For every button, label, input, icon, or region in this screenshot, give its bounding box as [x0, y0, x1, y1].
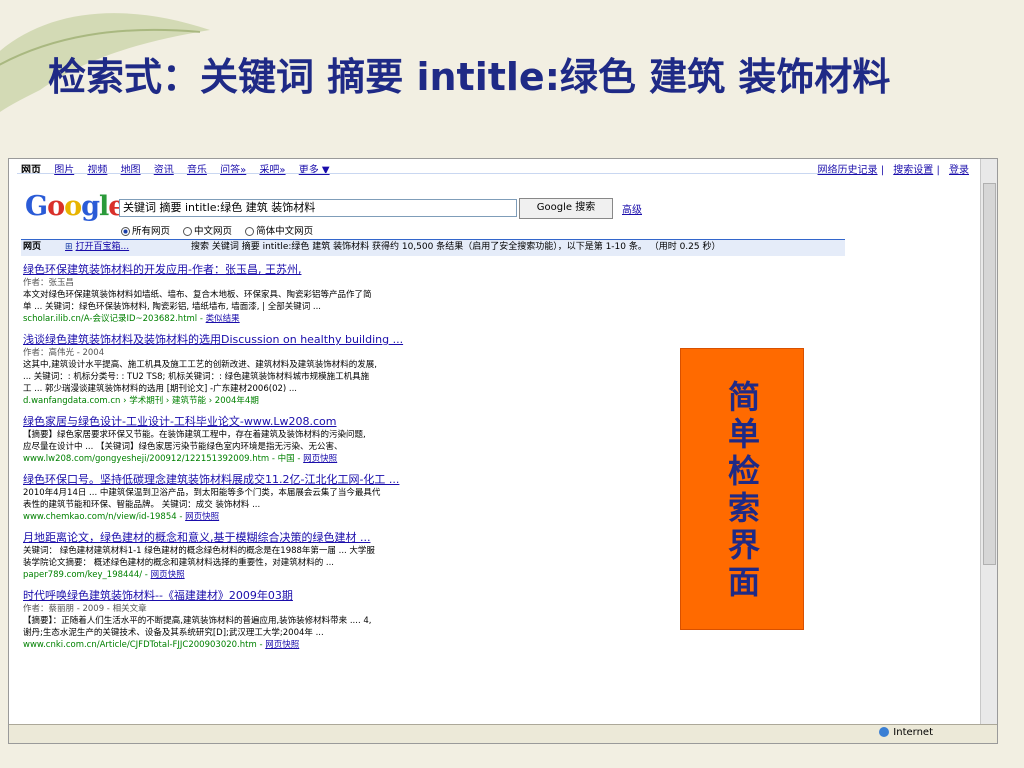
result-title-link[interactable]: 绿色环保口号。坚持低碳理念建筑装饰材料展成交11.2亿-江北化工网-化工 ... [23, 473, 663, 487]
result-title-link[interactable]: 绿色环保建筑装饰材料的开发应用-作者：张玉昌, 王苏州, [23, 263, 663, 277]
nav-web[interactable]: 网页 [21, 165, 41, 176]
search-input[interactable]: 关键词 摘要 intitle:绿色 建筑 装饰材料 [119, 199, 517, 217]
result-snippet: 这其中,建筑设计水平提高、施工机具及施工工艺的创新改进、建筑材料及建筑装饰材料的… [23, 360, 377, 370]
search-result: 绿色环保建筑装饰材料的开发应用-作者：张玉昌, 王苏州, 作者：张玉昌 本文对绿… [23, 263, 663, 325]
result-url: scholar.ilib.cn/A-会议记录ID~203682.html - 类… [23, 314, 240, 324]
nav-news[interactable]: 资讯 [154, 165, 174, 176]
radio-label: 所有网页 [132, 226, 171, 237]
result-url-text: scholar.ilib.cn/A-会议记录ID~203682.html [23, 314, 198, 324]
browser-status-bar: Internet [9, 724, 997, 743]
search-result: 绿色环保口号。坚持低碳理念建筑装饰材料展成交11.2亿-江北化工网-化工 ...… [23, 473, 663, 523]
result-snippet: 谢丹;生态水泥生产的关键技术、设备及其系统研究[D];武汉理工大学;2004年 … [23, 628, 324, 638]
result-snippet: 表性的建筑节能和环保、智能品牌。 关键词：成交 装饰材料 ... [23, 500, 261, 510]
result-meta: 作者：高伟光 - 2004 [23, 348, 105, 358]
result-stats: 搜索 关键词 摘要 intitle:绿色 建筑 装饰材料 获得约 10,500 … [191, 242, 721, 252]
search-result: 月地距离论文，绿色建材的概念和意义,基于模糊综合决策的绿色建材 ... 关键词：… [23, 531, 663, 581]
result-snippet: 工 ... 郭少瑞漫谈建筑装饰材料的选用 [期刊论文] -广东建材2006(02… [23, 384, 298, 394]
result-url: d.wanfangdata.com.cn › 学术期刊 › 建筑节能 › 200… [23, 395, 663, 407]
result-title-link[interactable]: 浅谈绿色建筑装饰材料及装饰材料的选用Discussion on healthy … [23, 333, 663, 347]
nav-maps[interactable]: 地图 [121, 165, 141, 176]
result-url: paper789.com/key_198444/ - 网页快照 [23, 569, 663, 581]
result-snippet: 2010年4月14日 ... 中建筑保温到卫浴产品，到太阳能等多个门类，本届展会… [23, 488, 381, 498]
callout-box: 简单检索界面 [680, 348, 804, 630]
result-snippet: 【摘要】：正随着人们生活水平的不断提高,建筑装饰材料的普遍应用,装饰装修材料带来… [23, 616, 372, 626]
callout-text: 简单检索界面 [723, 380, 761, 602]
radio-label: 中文网页 [194, 226, 233, 237]
google-logo[interactable]: Google [25, 191, 125, 222]
result-url-text: www.cnki.com.cn/Article/CJFDTotal-FJJC20… [23, 640, 263, 650]
result-title-link[interactable]: 时代呼唤绿色建筑装饰材料--《福建建材》2009年03期 [23, 589, 663, 603]
result-cache-link[interactable]: 网页快照 [265, 640, 299, 650]
nav-videos[interactable]: 视频 [87, 165, 107, 176]
result-title-link[interactable]: 月地距离论文，绿色建材的概念和意义,基于模糊综合决策的绿色建材 ... [23, 531, 663, 545]
radio-icon [245, 227, 255, 236]
nav-music[interactable]: 音乐 [187, 165, 207, 176]
radio-icon [183, 227, 193, 236]
vertical-scrollbar[interactable] [980, 159, 997, 725]
nav-more[interactable]: 更多 ▼ [299, 165, 330, 176]
web-history-link[interactable]: 网络历史记录 [818, 165, 878, 176]
result-snippet: 装学院论文摘要： 概述绿色建材的概念和建筑材料选择的重要性，对建筑材料的 ... [23, 558, 335, 568]
zone-label: Internet [893, 727, 933, 738]
search-result: 时代呼唤绿色建筑装饰材料--《福建建材》2009年03期 作者：蔡丽朋 - 20… [23, 589, 663, 651]
nav-qa[interactable]: 问答» [220, 165, 246, 176]
radio-label: 简体中文网页 [256, 226, 314, 237]
search-result: 绿色家居与绿色设计-工业设计-工科毕业论文-www.Lw208.com 【摘要】… [23, 415, 663, 465]
advanced-search-link[interactable]: 高级 [622, 201, 642, 216]
browser-screenshot: 网页 图片 视频 地图 资讯 音乐 问答» 采吧» 更多 ▼ 网络历史记录 | … [8, 158, 998, 744]
radio-simplified-pages[interactable]: 简体中文网页 [245, 226, 313, 237]
result-snippet: 【摘要】绿色家居要求环保又节能。在装饰建筑工程中，存在着建筑及装饰材料的污染问题… [23, 430, 366, 440]
top-divider [17, 173, 849, 174]
result-cache-link[interactable]: 网页快照 [185, 512, 219, 522]
result-url: www.lw208.com/gongyesheji/200912/1221513… [23, 453, 663, 465]
result-cache-link[interactable]: 类似结果 [206, 314, 240, 324]
zone-indicator: Internet [879, 727, 933, 738]
radio-chinese-pages[interactable]: 中文网页 [183, 226, 232, 237]
result-url: www.cnki.com.cn/Article/CJFDTotal-FJJC20… [23, 639, 663, 651]
nav-caiba[interactable]: 采吧» [259, 165, 285, 176]
result-cache-link[interactable]: 网页快照 [303, 454, 337, 464]
result-snippet: ... 关键词：: 机标分类号: : TU2 TS8; 机标关键词：: 绿色建筑… [23, 372, 370, 382]
result-url: www.chemkao.com/n/view/id-19854 - 网页快照 [23, 511, 663, 523]
google-search-button[interactable]: Google 搜索 [519, 198, 613, 219]
result-stats-bar: 网页 打开百宝箱... 搜索 关键词 摘要 intitle:绿色 建筑 装饰材料… [21, 239, 845, 256]
globe-icon [879, 727, 890, 737]
result-meta: 作者：张玉昌 [23, 278, 75, 288]
result-cache-link[interactable]: 网页快照 [151, 570, 185, 580]
result-url-text: paper789.com/key_198444/ - [23, 570, 148, 580]
slide-title: 检索式：关键词 摘要 intitle:绿色 建筑 装饰材料 [48, 55, 891, 99]
result-bar-label: 网页 [23, 242, 42, 252]
language-radios: 所有网页 中文网页 简体中文网页 [121, 223, 323, 237]
search-settings-link[interactable]: 搜索设置 [893, 165, 933, 176]
result-url-text: www.chemkao.com/n/view/id-19854 - [23, 512, 183, 522]
result-title-link[interactable]: 绿色家居与绿色设计-工业设计-工科毕业论文-www.Lw208.com [23, 415, 663, 429]
open-toolbox-link[interactable]: 打开百宝箱... [65, 240, 130, 255]
login-link[interactable]: 登录 [949, 165, 969, 176]
result-meta: 作者：蔡丽朋 - 2009 - 相关文章 [23, 604, 147, 614]
radio-selected-icon [121, 227, 130, 236]
radio-all-pages[interactable]: 所有网页 [121, 226, 170, 237]
result-snippet: 本文对绿色环保建筑装饰材料如墙纸、墙布、复合木地板、环保家具、陶瓷彩铝等产品作了… [23, 290, 372, 300]
search-results: 绿色环保建筑装饰材料的开发应用-作者：张玉昌, 王苏州, 作者：张玉昌 本文对绿… [23, 263, 663, 659]
search-result: 浅谈绿色建筑装饰材料及装饰材料的选用Discussion on healthy … [23, 333, 663, 407]
result-snippet: 单 ... 关键词：绿色环保装饰材料, 陶瓷彩铝, 墙纸墙布, 墙面漆, | 全… [23, 302, 322, 312]
result-snippet: 关键词： 绿色建材建筑材料1-1 绿色建材的概念绿色材料的概念是在1988年第一… [23, 546, 375, 556]
result-url-text: d.wanfangdata.com.cn › 学术期刊 › 建筑节能 › 200… [23, 396, 259, 406]
nav-images[interactable]: 图片 [54, 165, 74, 176]
scrollbar-thumb[interactable] [983, 183, 996, 565]
result-snippet: 应尽量在设计中 ... 【关键词】绿色家居污染节能绿色室内环境是指无污染、无公害… [23, 442, 343, 452]
result-url-text: www.lw208.com/gongyesheji/200912/1221513… [23, 454, 301, 464]
